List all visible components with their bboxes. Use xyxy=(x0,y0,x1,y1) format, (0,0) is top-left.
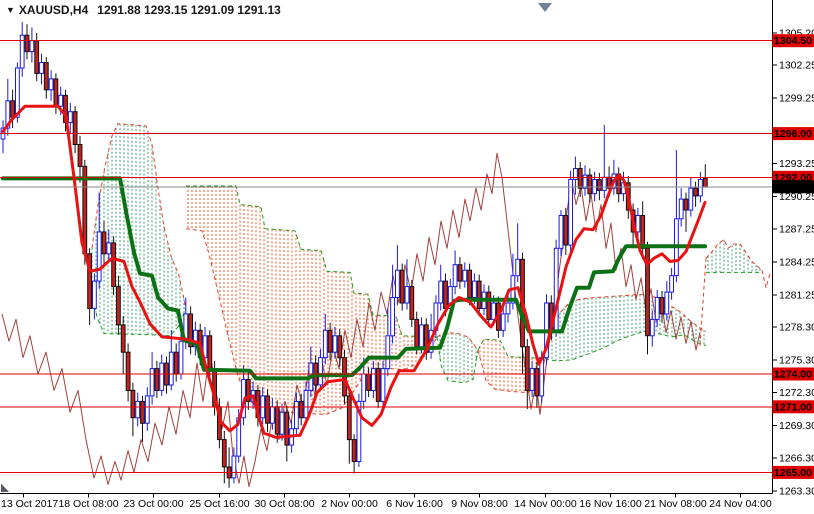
mt4-chart-window: 1305.20 1302.25 1299.25 1293.25 1290.25 1287.… xyxy=(0,0,814,514)
symbol-period-label: XAUUSD,H4 xyxy=(18,3,89,17)
scroll-corner-marker[interactable] xyxy=(1,483,9,493)
chevron-down-icon[interactable]: ▼ xyxy=(6,5,15,15)
chart-title: ▼ XAUUSD,H4 1291.88 1293.15 1291.09 1291.1… xyxy=(6,3,281,17)
axes: 1305.201302.251299.251293.251290.251287.… xyxy=(0,0,814,514)
price-chart-canvas[interactable]: 1305.201302.251299.251293.251290.251287.… xyxy=(0,0,814,514)
time-axis[interactable] xyxy=(0,493,772,514)
ichimoku-cloud xyxy=(91,123,771,416)
ohlc-quote-label: 1291.88 1293.15 1291.09 1291.13 xyxy=(97,3,281,17)
price-axis[interactable] xyxy=(772,0,814,493)
down-arrow-marker[interactable] xyxy=(538,3,552,12)
candlestick-series xyxy=(0,22,708,488)
